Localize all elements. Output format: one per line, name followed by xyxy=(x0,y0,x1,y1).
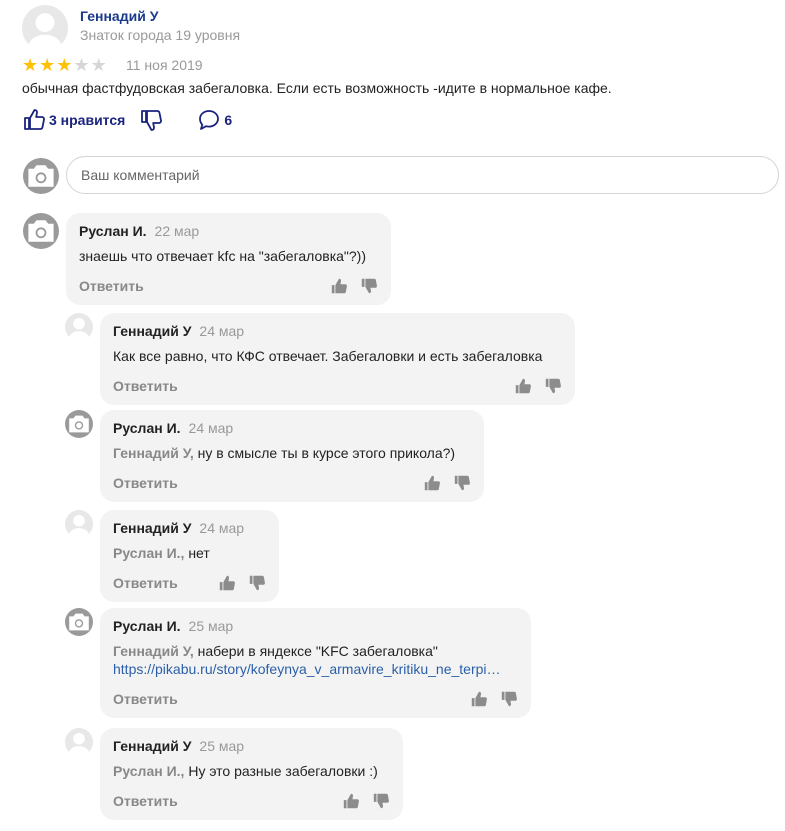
avatar[interactable] xyxy=(65,728,93,756)
comment-date: 25 мар xyxy=(188,618,234,634)
author-level: Знаток города 19 уровня xyxy=(80,27,241,43)
avatar[interactable] xyxy=(65,410,93,438)
comment-mention[interactable]: Геннадий У, xyxy=(113,445,194,461)
comment-body: набери в яндексе "KFC забегаловка" xyxy=(197,643,438,659)
review-date: 11 ноя 2019 xyxy=(126,57,203,73)
avatar[interactable] xyxy=(22,5,68,51)
thumb-up-icon[interactable] xyxy=(423,474,441,492)
thumb-up-icon[interactable] xyxy=(470,690,488,708)
thumb-down-icon[interactable] xyxy=(360,277,378,295)
dislike-button[interactable] xyxy=(139,108,163,132)
comment-body: нет xyxy=(188,545,210,561)
comment-date: 22 мар xyxy=(154,223,200,239)
reply-button[interactable]: Ответить xyxy=(113,793,178,809)
thumb-up-icon[interactable] xyxy=(330,277,348,295)
thumb-down-icon xyxy=(141,110,163,131)
comment-date: 24 мар xyxy=(199,520,245,536)
comment-link[interactable]: https://pikabu.ru/story/kofeynya_v_armav… xyxy=(113,660,518,678)
comment: Руслан И. 25 мар Геннадий У, набери в ян… xyxy=(100,608,531,718)
comment-text: Геннадий У, набери в яндексе "KFC забега… xyxy=(113,642,518,678)
reply-button[interactable]: Ответить xyxy=(113,378,178,394)
comment-date: 24 мар xyxy=(188,420,234,436)
camera-icon xyxy=(65,608,93,636)
review-author[interactable]: Геннадий У xyxy=(80,8,158,24)
comment-body: ну в смысле ты в курсе этого прикола?) xyxy=(197,445,456,461)
thumb-down-icon[interactable] xyxy=(544,377,562,395)
like-count: 3 нравится xyxy=(49,112,126,128)
comment-author[interactable]: Геннадий У xyxy=(113,738,191,754)
comment: Руслан И. 22 мар знаешь что отвечает kfc… xyxy=(66,213,391,305)
comment-mention[interactable]: Руслан И., xyxy=(113,545,184,561)
comment: Геннадий У 24 мар Руслан И., нет Ответит… xyxy=(100,510,279,602)
star-empty-icon: ★ xyxy=(90,55,107,75)
comment-text: знаешь что отвечает kfc на "забегаловка"… xyxy=(79,247,378,265)
comment-date: 25 мар xyxy=(199,738,245,754)
avatar[interactable] xyxy=(65,608,93,636)
avatar[interactable] xyxy=(65,510,93,538)
reply-button[interactable]: Ответить xyxy=(113,475,178,491)
camera-icon xyxy=(65,410,93,438)
thumb-down-icon[interactable] xyxy=(453,474,471,492)
star-filled-icon: ★ xyxy=(56,55,73,75)
reply-button[interactable]: Ответить xyxy=(79,278,144,294)
comment-input[interactable] xyxy=(66,156,779,194)
comment-text: Как все равно, что КФС отвечает. Забегал… xyxy=(113,347,562,365)
thumb-up-icon[interactable] xyxy=(342,792,360,810)
thumb-down-icon[interactable] xyxy=(372,792,390,810)
comment-mention[interactable]: Руслан И., xyxy=(113,763,184,779)
comment-author[interactable]: Руслан И. xyxy=(113,420,181,436)
comment-text: Руслан И., Ну это разные забегаловки :) xyxy=(113,762,390,780)
camera-icon xyxy=(23,213,59,249)
star-empty-icon: ★ xyxy=(73,55,90,75)
camera-icon xyxy=(23,158,59,194)
rating-stars: ★ ★ ★ ★ ★ xyxy=(22,56,107,74)
reply-button[interactable]: Ответить xyxy=(113,575,178,591)
comment: Геннадий У 24 мар Как все равно, что КФС… xyxy=(100,313,575,405)
comment-mention[interactable]: Геннадий У, xyxy=(113,643,194,659)
comment-author[interactable]: Руслан И. xyxy=(79,223,147,239)
comment-body: Как все равно, что КФС отвечает. Забегал… xyxy=(113,348,543,364)
comment: Геннадий У 25 мар Руслан И., Ну это разн… xyxy=(100,728,403,820)
reply-button[interactable]: Ответить xyxy=(113,691,178,707)
comment-body: Ну это разные забегаловки :) xyxy=(188,763,378,779)
comments-count: 6 xyxy=(224,112,233,128)
avatar[interactable] xyxy=(65,313,93,341)
person-icon xyxy=(65,510,93,538)
person-icon xyxy=(65,313,93,341)
comments-button[interactable]: 6 xyxy=(197,108,232,132)
comment-text: Геннадий У, ну в смысле ты в курсе этого… xyxy=(113,444,471,462)
thumb-up-icon[interactable] xyxy=(514,377,532,395)
person-icon xyxy=(22,5,68,51)
comment-author[interactable]: Руслан И. xyxy=(113,618,181,634)
review-text: обычная фастфудовская забегаловка. Если … xyxy=(22,80,612,96)
thumb-up-icon[interactable] xyxy=(218,574,236,592)
comment: Руслан И. 24 мар Геннадий У, ну в смысле… xyxy=(100,410,484,502)
comment-icon xyxy=(199,110,220,130)
comment-text: Руслан И., нет xyxy=(113,544,266,562)
comment-date: 24 мар xyxy=(199,323,245,339)
thumb-down-icon[interactable] xyxy=(248,574,266,592)
comment-body: знаешь что отвечает kfc на "забегаловка"… xyxy=(79,248,366,264)
avatar[interactable] xyxy=(23,213,59,249)
comment-author[interactable]: Геннадий У xyxy=(113,520,191,536)
person-icon xyxy=(65,728,93,756)
star-filled-icon: ★ xyxy=(39,55,56,75)
like-button[interactable]: 3 нравится xyxy=(22,108,125,132)
thumb-down-icon[interactable] xyxy=(500,690,518,708)
thumb-up-icon xyxy=(24,109,45,130)
comment-author[interactable]: Геннадий У xyxy=(113,323,191,339)
star-filled-icon: ★ xyxy=(22,55,39,75)
my-avatar xyxy=(23,158,59,194)
